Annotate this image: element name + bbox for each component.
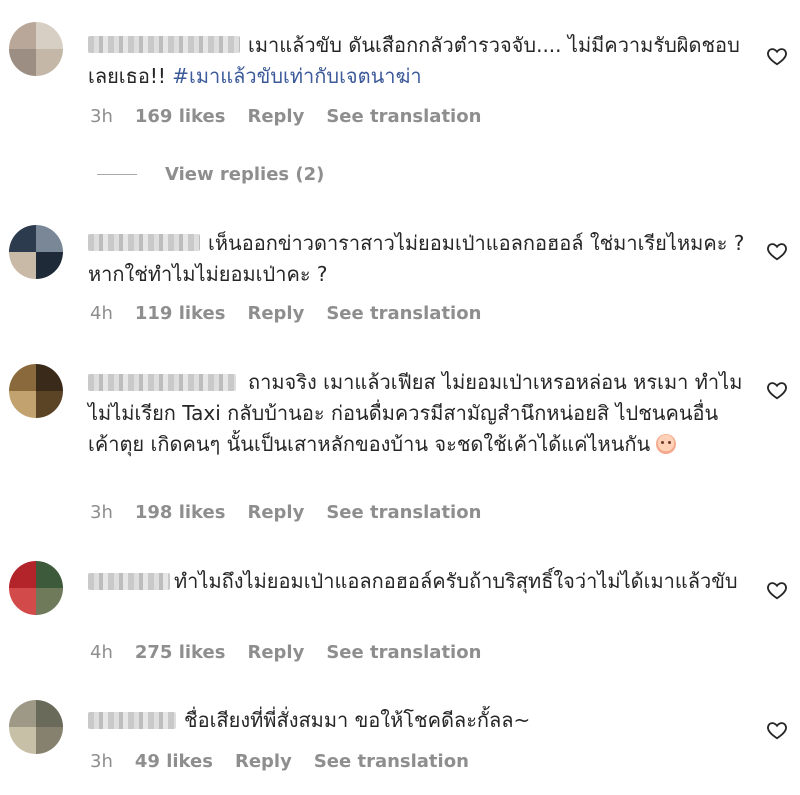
replies-divider xyxy=(97,174,137,175)
avatar-pixel xyxy=(36,225,63,252)
avatar-pixel xyxy=(9,700,36,727)
avatar-pixel xyxy=(9,22,36,49)
avatar-pixel xyxy=(36,727,63,754)
comment-time: 3h xyxy=(90,751,113,772)
avatar-pixel xyxy=(9,561,36,588)
avatar[interactable] xyxy=(9,22,63,76)
avatar-pixel xyxy=(9,225,36,252)
avatar-pixel xyxy=(36,561,63,588)
avatar[interactable] xyxy=(9,561,63,615)
avatar-pixel xyxy=(9,49,36,76)
comment-meta: 3h 198 likes Reply See translation xyxy=(90,502,503,523)
avatar-pixel xyxy=(36,391,63,418)
see-translation-button[interactable]: See translation xyxy=(326,106,481,127)
likes-count[interactable]: 49 likes xyxy=(135,751,213,772)
avatar-pixel xyxy=(36,252,63,279)
view-replies-button[interactable]: View replies (2) xyxy=(97,164,324,185)
avatar-pixel xyxy=(9,252,36,279)
comment-meta: 4h 275 likes Reply See translation xyxy=(90,642,503,663)
comment-text: ชื่อเสียงที่พี่สั่งสมมา ขอให้โชคดีละกั้ล… xyxy=(184,708,531,732)
comment-meta: 3h 49 likes Reply See translation xyxy=(90,751,491,772)
comment-meta: 4h 119 likes Reply See translation xyxy=(90,303,503,324)
avatar-pixel xyxy=(36,49,63,76)
likes-count[interactable]: 275 likes xyxy=(135,642,226,663)
reply-button[interactable]: Reply xyxy=(247,106,304,127)
avatar-pixel xyxy=(9,364,36,391)
heart-outline-icon[interactable] xyxy=(766,379,788,401)
sad-face-emoji-icon xyxy=(656,434,677,454)
see-translation-button[interactable]: See translation xyxy=(314,751,469,772)
hashtag-link[interactable]: #เมาแล้วขับเท่ากับเจตนาฆ่า xyxy=(172,64,421,88)
heart-outline-icon[interactable] xyxy=(766,45,788,67)
reply-button[interactable]: Reply xyxy=(247,303,304,324)
see-translation-button[interactable]: See translation xyxy=(326,303,481,324)
avatar-pixel xyxy=(36,700,63,727)
avatar[interactable] xyxy=(9,364,63,418)
heart-outline-icon[interactable] xyxy=(766,719,788,741)
heart-outline-icon[interactable] xyxy=(766,240,788,262)
comment-text: ทำไมถึงไม่ยอมเป่าแอลกอฮอล์ครับถ้าบริสุทธ… xyxy=(174,569,738,593)
reply-button[interactable]: Reply xyxy=(235,751,292,772)
comment-time: 3h xyxy=(90,502,113,523)
comment-meta: 3h 169 likes Reply See translation xyxy=(90,106,503,127)
avatar-pixel xyxy=(36,22,63,49)
comment-text: เห็นออกข่าวดาราสาวไม่ยอมเป่าแอลกอฮอล์ ใช… xyxy=(88,231,745,286)
comment-text: ถามจริง เมาแล้วเฟียส ไม่ยอมเป่าเหรอหล่อน… xyxy=(88,370,743,456)
avatar[interactable] xyxy=(9,700,63,754)
avatar-pixel xyxy=(36,588,63,615)
comment-text: เมาแล้วขับ ดันเสือกกลัวตำรวจจับ.... ไม่ม… xyxy=(88,33,740,88)
avatar-pixel xyxy=(9,727,36,754)
see-translation-button[interactable]: See translation xyxy=(326,642,481,663)
see-translation-button[interactable]: See translation xyxy=(326,502,481,523)
avatar-pixel xyxy=(9,588,36,615)
avatar[interactable] xyxy=(9,225,63,279)
reply-button[interactable]: Reply xyxy=(247,502,304,523)
comment-time: 3h xyxy=(90,106,113,127)
comment-time: 4h xyxy=(90,303,113,324)
heart-outline-icon[interactable] xyxy=(766,579,788,601)
avatar-pixel xyxy=(9,391,36,418)
likes-count[interactable]: 198 likes xyxy=(135,502,226,523)
reply-button[interactable]: Reply xyxy=(247,642,304,663)
avatar-pixel xyxy=(36,364,63,391)
likes-count[interactable]: 119 likes xyxy=(135,303,226,324)
comment-time: 4h xyxy=(90,642,113,663)
likes-count[interactable]: 169 likes xyxy=(135,106,226,127)
